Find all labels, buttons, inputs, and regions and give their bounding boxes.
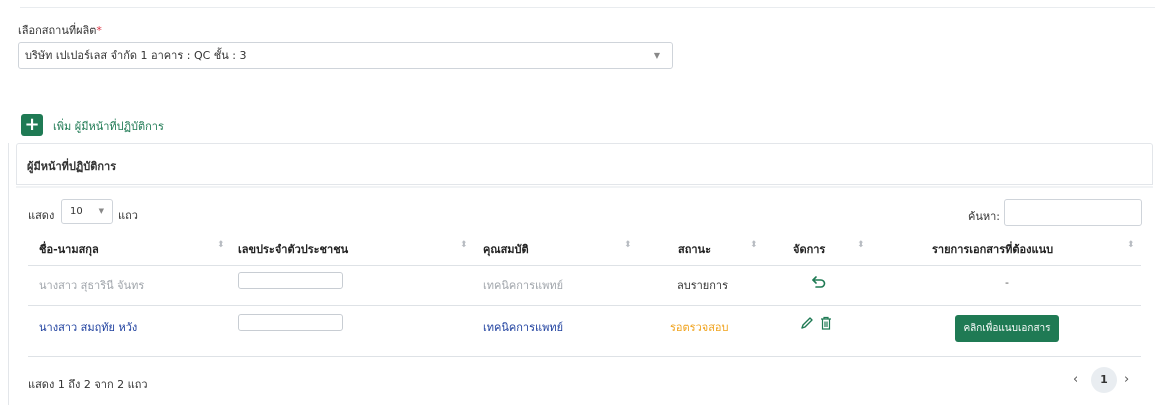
pagination-next[interactable]: › — [1124, 372, 1129, 387]
row-name-link[interactable]: นางสาว สมฤทัย หวัง — [39, 318, 137, 336]
row-documents: - — [1005, 276, 1009, 289]
undo-icon[interactable] — [811, 274, 827, 290]
national-id-field[interactable] — [238, 272, 343, 289]
column-header-qualification[interactable]: คุณสมบัติ — [483, 240, 529, 258]
chevron-down-icon: ▼ — [98, 207, 104, 215]
row-qualification-link[interactable]: เทคนิคการแพทย์ — [483, 318, 563, 336]
top-divider — [20, 7, 1155, 8]
card-header-divider — [16, 186, 1153, 188]
sort-icon[interactable]: ⬍ — [624, 240, 632, 250]
sort-icon[interactable]: ⬍ — [857, 240, 865, 250]
column-header-status[interactable]: สถานะ — [678, 240, 711, 258]
pagination-page-1[interactable]: 1 — [1091, 367, 1117, 393]
page-length-value: 10 — [70, 206, 83, 217]
row-divider — [28, 356, 1141, 357]
attach-documents-button[interactable]: คลิกเพื่อแนบเอกสาร — [955, 315, 1059, 342]
edit-icon[interactable] — [800, 316, 814, 330]
rows-label: แถว — [118, 209, 138, 222]
site-select[interactable]: บริษัท เปเปอร์เลส จำกัด 1 อาคาร : QC ชั้… — [18, 42, 673, 69]
column-header-documents[interactable]: รายการเอกสารที่ต้องแนบ — [932, 240, 1053, 258]
column-header-actions[interactable]: จัดการ — [793, 240, 825, 258]
status-badge: ลบรายการ — [677, 279, 728, 292]
table-header-divider — [28, 265, 1141, 266]
search-input[interactable] — [1004, 199, 1142, 226]
sort-icon[interactable]: ⬍ — [217, 240, 225, 250]
status-badge: รอตรวจสอบ — [670, 321, 729, 334]
show-entries-label: แสดง — [28, 209, 55, 222]
sort-icon[interactable]: ⬍ — [1127, 240, 1135, 250]
pagination-prev[interactable]: ‹ — [1073, 372, 1078, 387]
row-divider — [28, 305, 1141, 306]
card-title: ผู้มีหน้าที่ปฏิบัติการ — [27, 160, 117, 173]
column-header-name[interactable]: ชื่อ-นามสกุล — [39, 240, 99, 258]
site-select-label: เลือกสถานที่ผลิต* — [18, 24, 102, 37]
table-info: แสดง 1 ถึง 2 จาก 2 แถว — [28, 378, 148, 391]
row-name: นางสาว สุธารินี จันทร — [39, 279, 145, 292]
national-id-field[interactable] — [238, 314, 343, 331]
search-label: ค้นหา: — [968, 210, 1001, 223]
trash-icon[interactable] — [820, 316, 832, 330]
row-qualification: เทคนิคการแพทย์ — [483, 279, 564, 292]
required-mark: * — [96, 24, 102, 37]
site-select-value: บริษัท เปเปอร์เลส จำกัด 1 อาคาร : QC ชั้… — [25, 49, 247, 62]
card-header — [16, 143, 1153, 185]
column-header-national-id[interactable]: เลขประจำตัวประชาชน — [238, 240, 348, 258]
chevron-down-icon: ▼ — [653, 51, 660, 60]
page-length-select[interactable]: 10 ▼ — [61, 199, 113, 224]
add-operator-link[interactable]: เพิ่ม ผู้มีหน้าที่ปฏิบัติการ — [53, 117, 164, 135]
add-operator-button[interactable]: + — [21, 114, 43, 136]
sort-icon[interactable]: ⬍ — [750, 240, 758, 250]
sort-icon[interactable]: ⬍ — [460, 240, 468, 250]
